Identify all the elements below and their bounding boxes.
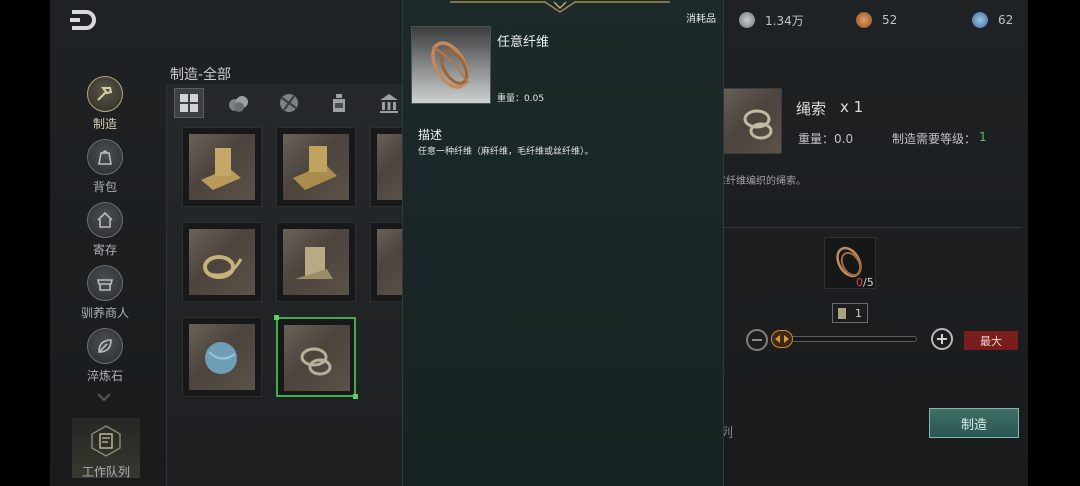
leaf-stone-icon bbox=[98, 339, 112, 353]
amount-value: 1 bbox=[855, 306, 862, 320]
tab-all[interactable] bbox=[174, 88, 204, 118]
tooltip-item-name: 任意纤维 bbox=[497, 35, 550, 50]
item-thumbnail bbox=[189, 324, 255, 390]
material-need: /5 bbox=[863, 276, 874, 289]
max-button[interactable]: 最大 bbox=[964, 331, 1018, 350]
currency-gem: 62 bbox=[972, 10, 1013, 30]
sidebar-item-storage[interactable]: 寄存 bbox=[72, 202, 138, 262]
currency-value: 62 bbox=[998, 13, 1014, 27]
tooltip-desc-title: 描述 bbox=[418, 128, 443, 142]
sidebar-item-bag[interactable]: 背包 bbox=[72, 139, 138, 199]
item-name: 绳索 bbox=[796, 100, 827, 118]
copper-coin-icon bbox=[856, 12, 872, 28]
ball-icon bbox=[280, 94, 298, 112]
hammer-icon bbox=[97, 87, 113, 101]
merchant-icon bbox=[96, 279, 114, 291]
sidebar-item-label: 背包 bbox=[92, 180, 117, 194]
item-thumbnail bbox=[189, 229, 255, 295]
divider bbox=[700, 227, 1022, 228]
item-thumbnail bbox=[283, 229, 349, 295]
tab-buildings[interactable] bbox=[374, 88, 404, 118]
tooltip-item-weight: 重量：0.05 bbox=[497, 94, 545, 104]
selected-item-icon bbox=[716, 88, 782, 154]
sidebar-item-label: 寄存 bbox=[92, 243, 117, 257]
sidebar-item-label: 驯养商人 bbox=[80, 306, 129, 320]
recipe-slot[interactable] bbox=[182, 127, 262, 207]
currency-copper: 52 bbox=[856, 10, 897, 30]
material-have: 0 bbox=[856, 276, 863, 289]
item-thumbnail bbox=[284, 325, 350, 391]
material-count: 0/5 bbox=[856, 276, 874, 289]
required-level-value: 1 bbox=[979, 130, 987, 144]
recipe-slot[interactable] bbox=[276, 222, 356, 302]
work-queue-button[interactable]: 工作队列 bbox=[72, 418, 140, 479]
currency-silver: 1.34万 bbox=[739, 10, 804, 30]
recipe-slot[interactable] bbox=[370, 222, 407, 302]
recipe-slot[interactable] bbox=[370, 127, 407, 207]
item-thumbnail bbox=[283, 134, 349, 200]
bottle-icon bbox=[333, 94, 345, 112]
sidebar-item-refine-stone[interactable]: 淬炼石 bbox=[72, 328, 138, 388]
tab-consumables[interactable] bbox=[324, 88, 354, 118]
screen-edge-right bbox=[1028, 0, 1080, 486]
silver-coin-icon bbox=[739, 12, 755, 28]
recipe-slot[interactable] bbox=[182, 222, 262, 302]
double-arrow-icon bbox=[775, 335, 789, 343]
house-icon bbox=[97, 211, 113, 228]
recipe-slot[interactable] bbox=[276, 127, 356, 207]
item-description: 意纤维编织的绳索。 bbox=[716, 176, 806, 187]
increase-button[interactable] bbox=[931, 328, 953, 350]
craft-button[interactable]: 制造 bbox=[929, 408, 1019, 438]
craft-title: 制造-全部 bbox=[170, 67, 232, 83]
decrease-button[interactable] bbox=[746, 329, 768, 351]
craft-amount: 1 bbox=[832, 303, 868, 323]
crafting-screen: 制造 背包 寄存 驯养商人 淬炼石 工作队列 制造-全部 绳索 x 1 重量：0… bbox=[0, 0, 1080, 486]
work-queue-label: 工作队列 bbox=[81, 465, 130, 479]
sidebar-item-craft[interactable]: 制造 bbox=[72, 76, 138, 136]
recipe-slot-selected[interactable] bbox=[274, 315, 358, 399]
back-icon[interactable] bbox=[68, 8, 100, 32]
sidebar-item-label: 淬炼石 bbox=[86, 369, 123, 383]
bag-icon bbox=[98, 150, 112, 165]
recipe-slot[interactable] bbox=[182, 317, 262, 397]
currency-value: 1.34万 bbox=[765, 13, 804, 28]
sidebar-item-merchant[interactable]: 驯养商人 bbox=[72, 265, 138, 325]
item-weight: 重量：0.0 bbox=[798, 132, 854, 146]
grid-icon bbox=[180, 94, 198, 112]
queue-icon bbox=[91, 425, 121, 457]
tab-equipment[interactable] bbox=[274, 88, 304, 118]
blue-gem-icon bbox=[972, 12, 988, 28]
tooltip-category: 消耗品 bbox=[686, 14, 716, 25]
tooltip-item-icon bbox=[411, 26, 491, 104]
required-level-label: 制造需要等级： bbox=[892, 132, 977, 146]
sidebar-item-label: 制造 bbox=[92, 117, 117, 131]
ornament-icon bbox=[450, 1, 670, 13]
fiber-icon bbox=[431, 41, 469, 89]
slider-handle[interactable] bbox=[771, 330, 793, 348]
tooltip-desc: 任意一种纤维（麻纤维，毛纤维或丝纤维）。 bbox=[418, 147, 594, 157]
category-tabs bbox=[174, 88, 414, 118]
item-thumbnail bbox=[189, 134, 255, 200]
tab-materials[interactable] bbox=[224, 88, 254, 118]
chevron-down-icon[interactable] bbox=[96, 392, 112, 402]
materials-icon bbox=[229, 96, 248, 112]
screen-edge-left bbox=[0, 0, 50, 486]
building-icon bbox=[380, 94, 398, 113]
currency-value: 52 bbox=[882, 13, 898, 27]
item-quantity: x 1 bbox=[840, 98, 864, 116]
amount-icon bbox=[838, 308, 846, 319]
